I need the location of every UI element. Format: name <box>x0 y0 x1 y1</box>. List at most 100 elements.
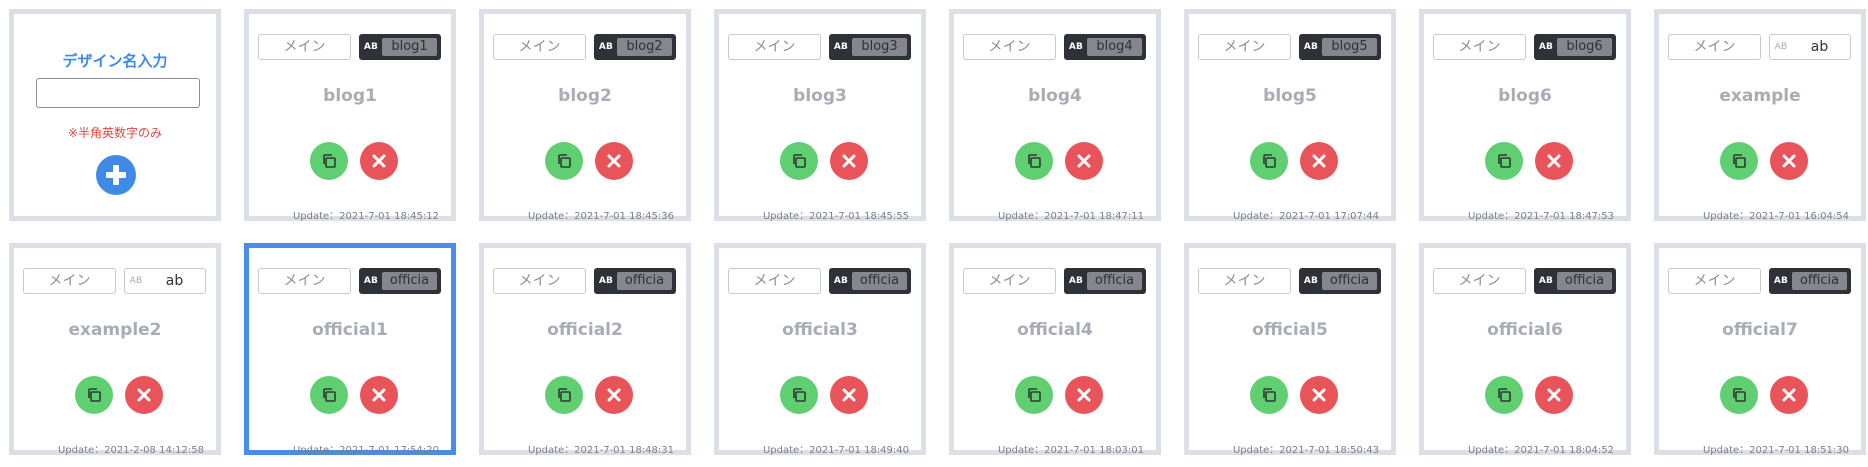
card-toolbar: メイン AB blog5 <box>1198 34 1384 60</box>
ab-test-field[interactable]: AB blog4 <box>1064 34 1146 60</box>
ab-value[interactable]: blog6 <box>1557 38 1612 56</box>
design-name: example2 <box>68 320 162 340</box>
copy-icon <box>323 388 336 402</box>
update-label: Update： <box>527 445 575 456</box>
main-button[interactable]: メイン <box>1198 268 1291 294</box>
ab-test-field[interactable]: AB blog3 <box>829 34 911 60</box>
ab-value[interactable]: blog2 <box>617 38 672 56</box>
delete-button[interactable] <box>1770 376 1808 414</box>
ab-test-field[interactable]: AB blog2 <box>594 34 676 60</box>
ab-value[interactable]: officia <box>1322 272 1377 290</box>
ab-value[interactable]: officia <box>1087 272 1142 290</box>
delete-button[interactable] <box>125 376 163 414</box>
delete-button[interactable] <box>1535 376 1573 414</box>
ab-value[interactable]: blog5 <box>1322 38 1377 56</box>
ab-test-field[interactable]: AB blog1 <box>359 34 441 60</box>
ab-test-field[interactable]: AB ab <box>124 268 206 294</box>
copy-button[interactable] <box>1015 376 1053 414</box>
delete-button[interactable] <box>595 376 633 414</box>
main-button[interactable]: メイン <box>1433 34 1526 60</box>
ab-tag: AB <box>1538 42 1554 52</box>
copy-button[interactable] <box>310 376 348 414</box>
main-button[interactable]: メイン <box>1433 268 1526 294</box>
design-name: official6 <box>1487 320 1563 340</box>
ab-value[interactable]: ab <box>147 272 202 290</box>
ab-test-field[interactable]: AB blog5 <box>1299 34 1381 60</box>
main-button[interactable]: メイン <box>1198 34 1291 60</box>
design-name: official1 <box>312 320 388 340</box>
ab-value[interactable]: blog1 <box>382 38 437 56</box>
ab-test-field[interactable]: AB officia <box>1299 268 1381 294</box>
main-button[interactable]: メイン <box>728 34 821 60</box>
ab-value[interactable]: officia <box>1557 272 1612 290</box>
update-time: 2021-7-01 18:03:01 <box>1044 445 1144 456</box>
design-name-input[interactable] <box>36 78 200 108</box>
delete-button[interactable] <box>1770 142 1808 180</box>
delete-button[interactable] <box>1300 142 1338 180</box>
copy-button[interactable] <box>1250 142 1288 180</box>
copy-button[interactable] <box>1485 142 1523 180</box>
copy-button[interactable] <box>1720 142 1758 180</box>
main-button[interactable]: メイン <box>963 268 1056 294</box>
copy-button[interactable] <box>1485 376 1523 414</box>
delete-button[interactable] <box>830 376 868 414</box>
copy-button[interactable] <box>1015 142 1053 180</box>
close-icon <box>1312 154 1326 168</box>
ab-value[interactable]: ab <box>1792 38 1847 56</box>
ab-value[interactable]: officia <box>1792 272 1847 290</box>
main-button[interactable]: メイン <box>493 268 586 294</box>
ab-test-field[interactable]: AB ab <box>1769 34 1851 60</box>
copy-button[interactable] <box>310 142 348 180</box>
main-button[interactable]: メイン <box>963 34 1056 60</box>
delete-button[interactable] <box>360 142 398 180</box>
close-icon <box>1077 388 1091 402</box>
copy-button[interactable] <box>75 376 113 414</box>
ab-test-field[interactable]: AB officia <box>359 268 441 294</box>
update-time: 2021-7-01 18:47:53 <box>1514 211 1614 222</box>
card-toolbar: メイン AB ab <box>1668 34 1854 60</box>
main-button[interactable]: メイン <box>258 34 351 60</box>
main-button[interactable]: メイン <box>23 268 116 294</box>
design-card-blog1: メイン AB blog1 blog1 Update：2021-7-01 18:4… <box>244 9 456 222</box>
ab-test-field[interactable]: AB officia <box>829 268 911 294</box>
delete-button[interactable] <box>1065 376 1103 414</box>
update-label: Update： <box>1467 445 1515 456</box>
copy-button[interactable] <box>1720 376 1758 414</box>
ab-test-field[interactable]: AB officia <box>594 268 676 294</box>
copy-button[interactable] <box>780 142 818 180</box>
ab-value[interactable]: blog3 <box>852 38 907 56</box>
ab-tag: AB <box>833 276 849 286</box>
ab-value[interactable]: blog4 <box>1087 38 1142 56</box>
main-button[interactable]: メイン <box>1668 268 1761 294</box>
delete-button[interactable] <box>1065 142 1103 180</box>
copy-button[interactable] <box>545 376 583 414</box>
delete-button[interactable] <box>830 142 868 180</box>
main-button[interactable]: メイン <box>1668 34 1761 60</box>
main-button[interactable]: メイン <box>493 34 586 60</box>
ab-test-field[interactable]: AB officia <box>1534 268 1616 294</box>
ab-tag: AB <box>1773 276 1789 286</box>
update-label: Update： <box>1232 445 1280 456</box>
design-name: blog5 <box>1263 86 1317 106</box>
ab-value[interactable]: officia <box>382 272 437 290</box>
delete-button[interactable] <box>360 376 398 414</box>
update-label: Update： <box>1702 211 1750 222</box>
ab-value[interactable]: officia <box>852 272 907 290</box>
add-design-button[interactable] <box>96 155 136 195</box>
copy-button[interactable] <box>545 142 583 180</box>
main-button[interactable]: メイン <box>258 268 351 294</box>
ab-test-field[interactable]: AB officia <box>1064 268 1146 294</box>
card-actions <box>249 142 451 180</box>
ab-test-field[interactable]: AB blog6 <box>1534 34 1616 60</box>
delete-button[interactable] <box>595 142 633 180</box>
design-card-example: メイン AB ab example Update：2021-7-01 16:04… <box>1654 9 1866 222</box>
ab-value[interactable]: officia <box>617 272 672 290</box>
copy-button[interactable] <box>780 376 818 414</box>
delete-button[interactable] <box>1535 142 1573 180</box>
ab-test-field[interactable]: AB officia <box>1769 268 1851 294</box>
update-timestamp: Update：2021-7-01 18:45:12 <box>293 207 439 222</box>
main-button[interactable]: メイン <box>728 268 821 294</box>
delete-button[interactable] <box>1300 376 1338 414</box>
copy-button[interactable] <box>1250 376 1288 414</box>
design-card-official3: メイン AB officia official3 Update：2021-7-0… <box>714 243 926 456</box>
